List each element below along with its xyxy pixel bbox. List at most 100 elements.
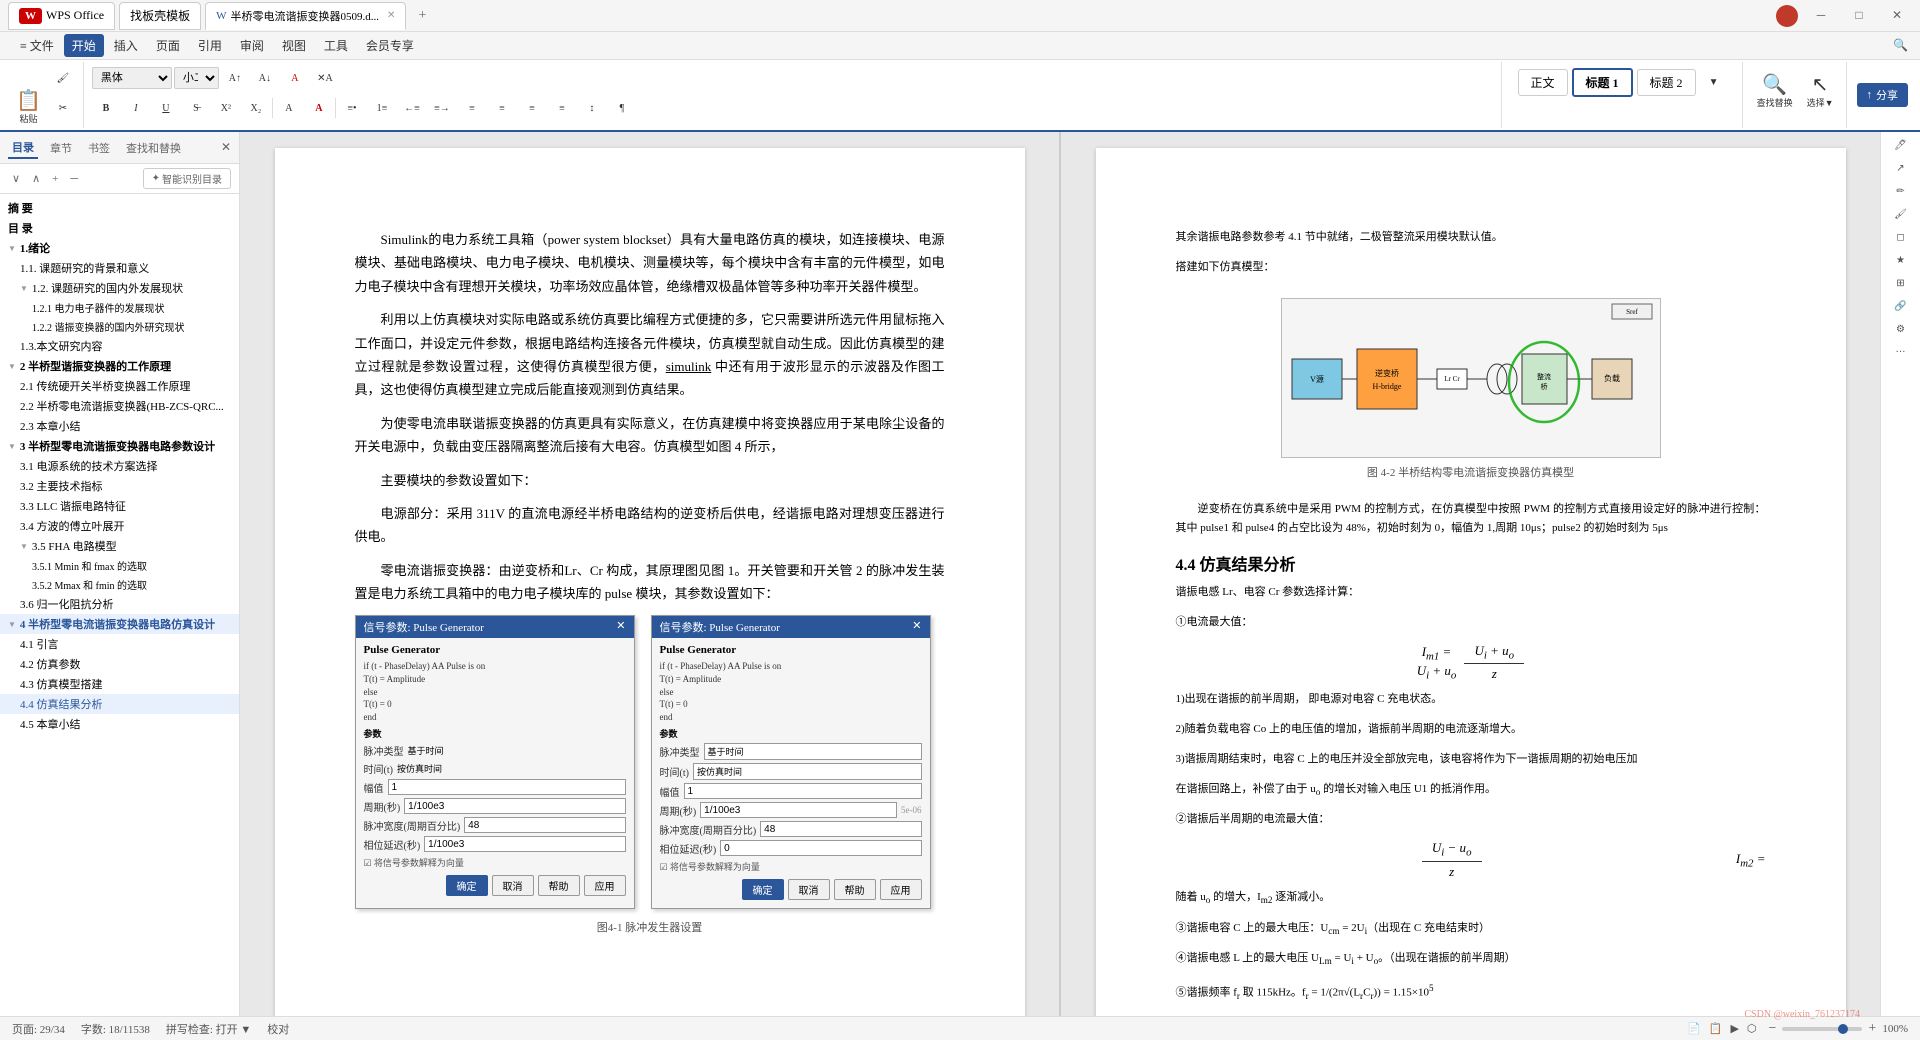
- d2-period-input[interactable]: [700, 802, 897, 818]
- toc-item-3-5-1[interactable]: 3.5.1 Mmin 和 fmax 的选取: [0, 556, 239, 575]
- dialog2-apply[interactable]: 应用: [880, 879, 922, 900]
- toc-item-abstract[interactable]: 摘 要: [0, 198, 239, 218]
- bullets-button[interactable]: ≡•: [338, 94, 366, 122]
- toc-item-4-3[interactable]: 4.3 仿真模型搭建: [0, 674, 239, 694]
- toc-item-4-4[interactable]: 4.4 仿真结果分析: [0, 694, 239, 714]
- menu-view[interactable]: 视图: [274, 34, 314, 57]
- dialog2-help[interactable]: 帮助: [834, 879, 876, 900]
- sidebar-tab-find[interactable]: 查找和替换: [122, 138, 185, 158]
- menu-home[interactable]: 开始: [64, 34, 104, 57]
- font-size-select[interactable]: 小二: [174, 67, 219, 89]
- field-duty-input[interactable]: [464, 817, 625, 833]
- d2-phase-input[interactable]: [720, 840, 921, 856]
- underline-button[interactable]: U: [152, 94, 180, 122]
- zoom-percent[interactable]: 100%: [1882, 1023, 1908, 1035]
- correction[interactable]: 校对: [267, 1021, 289, 1037]
- toc-item-3-4[interactable]: 3.4 方波的傅立叶展开: [0, 516, 239, 536]
- more-tool[interactable]: ···: [1896, 347, 1906, 358]
- toc-item-ch1[interactable]: ▼1.绪论: [0, 238, 239, 258]
- new-tab-button[interactable]: +: [410, 4, 434, 28]
- toc-item-1-2-2[interactable]: 1.2.2 谐振变换器的国内外研究现状: [0, 317, 239, 336]
- share-button[interactable]: ↑ 分享: [1857, 83, 1909, 107]
- toc-item-3-1[interactable]: 3.1 电源系统的技术方案选择: [0, 456, 239, 476]
- page-info[interactable]: 页面: 29/34: [12, 1021, 65, 1037]
- sidebar-tab-chapters[interactable]: 章节: [46, 138, 76, 158]
- pen-tool[interactable]: ✏: [1896, 186, 1904, 197]
- toc-item-1-1[interactable]: 1.1. 课题研究的背景和意义: [0, 258, 239, 278]
- style-h2[interactable]: 标题 2: [1637, 69, 1696, 96]
- toc-item-2-1[interactable]: 2.1 传统硬开关半桥变换器工作原理: [0, 376, 239, 396]
- toc-item-3-5[interactable]: ▼3.5 FHA 电路模型: [0, 536, 239, 556]
- font-color-btn2[interactable]: A: [305, 94, 333, 122]
- close-button[interactable]: ✕: [1882, 6, 1912, 26]
- doc-tab-close[interactable]: ✕: [387, 10, 395, 21]
- toc-item-4-1[interactable]: 4.1 引言: [0, 634, 239, 654]
- toc-item-ch4[interactable]: ▼4 半桥型零电流谐振变换器电路仿真设计: [0, 614, 239, 634]
- highlight-tool[interactable]: 🖌: [1894, 209, 1907, 220]
- settings-tool[interactable]: ⚙: [1896, 324, 1905, 335]
- style-h1[interactable]: 标题 1: [1572, 68, 1633, 97]
- superscript-button[interactable]: X²: [212, 94, 240, 122]
- toc-collapse[interactable]: ─: [66, 171, 82, 187]
- find-replace-button[interactable]: 🔍 查找替换: [1751, 64, 1799, 120]
- dialog1-apply[interactable]: 应用: [584, 875, 626, 896]
- format-painter-button[interactable]: 🖌: [49, 64, 77, 92]
- sidebar-tab-bookmarks[interactable]: 书签: [84, 138, 114, 158]
- menu-review[interactable]: 审阅: [232, 34, 272, 57]
- find-template-tab[interactable]: 找板壳模板: [119, 2, 201, 30]
- d2-amp-input[interactable]: [684, 783, 922, 799]
- toc-add[interactable]: +: [48, 171, 62, 187]
- dialog1-cancel[interactable]: 取消: [492, 875, 534, 896]
- copy-button[interactable]: 📄: [49, 124, 77, 132]
- increase-size-button[interactable]: A↑: [221, 64, 249, 92]
- clear-format-button[interactable]: ✕A: [311, 64, 339, 92]
- subscript-button[interactable]: X₂: [242, 94, 270, 122]
- align-right-button[interactable]: ≡: [518, 94, 546, 122]
- d2-duty-input[interactable]: [760, 821, 921, 837]
- font-family-select[interactable]: 黑体: [92, 67, 172, 89]
- view-print-icon[interactable]: 📄: [1687, 1022, 1701, 1035]
- minimize-button[interactable]: ─: [1806, 6, 1836, 26]
- dialog1-ok[interactable]: 确定: [446, 875, 488, 896]
- cut-button[interactable]: ✂: [49, 94, 77, 122]
- menu-file[interactable]: ≡ 文件: [12, 34, 62, 57]
- view-grid-icon[interactable]: ⬡: [1747, 1022, 1757, 1035]
- font-color-button[interactable]: A: [281, 64, 309, 92]
- align-left-button[interactable]: ≡: [458, 94, 486, 122]
- menu-search[interactable]: 🔍: [1893, 38, 1908, 53]
- wps-office-tab[interactable]: W WPS Office: [8, 2, 115, 30]
- menu-layout[interactable]: 页面: [148, 34, 188, 57]
- paste-button[interactable]: 📋 粘贴: [10, 80, 47, 132]
- indent-left-button[interactable]: ←≡: [398, 94, 426, 122]
- toc-item-contents[interactable]: 目 录: [0, 218, 239, 238]
- zoom-slider[interactable]: [1782, 1027, 1862, 1031]
- menu-tools[interactable]: 工具: [316, 34, 356, 57]
- align-center-button[interactable]: ≡: [488, 94, 516, 122]
- justify-button[interactable]: ≡: [548, 94, 576, 122]
- simulink-link[interactable]: simulink: [666, 359, 712, 374]
- menu-references[interactable]: 引用: [190, 34, 230, 57]
- doc-tab[interactable]: W 半桥零电流谐振变换器0509.d... ✕: [205, 2, 406, 30]
- zoom-in-btn[interactable]: +: [1868, 1021, 1876, 1037]
- user-avatar[interactable]: [1776, 5, 1798, 27]
- spell-check[interactable]: 拼写检查: 打开 ▼: [166, 1021, 251, 1037]
- dialog1-help[interactable]: 帮助: [538, 875, 580, 896]
- numbering-button[interactable]: 1≡: [368, 94, 396, 122]
- toc-item-3-6[interactable]: 3.6 归一化阻抗分析: [0, 594, 239, 614]
- link-tool[interactable]: 🔗: [1894, 301, 1906, 312]
- toc-item-3-3[interactable]: 3.3 LLC 谐振电路特征: [0, 496, 239, 516]
- sidebar-close-button[interactable]: ✕: [221, 140, 231, 155]
- bold-button[interactable]: B: [92, 94, 120, 122]
- toc-item-2-2[interactable]: 2.2 半桥零电流谐振变换器(HB-ZCS-QRC...: [0, 396, 239, 416]
- styles-dropdown[interactable]: ▼: [1700, 69, 1728, 97]
- grid-tool[interactable]: ⊞: [1896, 278, 1904, 289]
- star-tool[interactable]: ★: [1896, 255, 1905, 266]
- toc-item-4-5[interactable]: 4.5 本章小结: [0, 714, 239, 734]
- select-button[interactable]: ↖ 选择▼: [1801, 64, 1840, 120]
- paragraph-btn[interactable]: ¶: [608, 94, 636, 122]
- view-web-icon[interactable]: 📋: [1709, 1022, 1723, 1035]
- menu-member[interactable]: 会员专享: [358, 34, 422, 57]
- toc-button[interactable]: 排列▼: [1790, 120, 1828, 132]
- toc-item-2-3[interactable]: 2.3 本章小结: [0, 416, 239, 436]
- decrease-size-button[interactable]: A↓: [251, 64, 279, 92]
